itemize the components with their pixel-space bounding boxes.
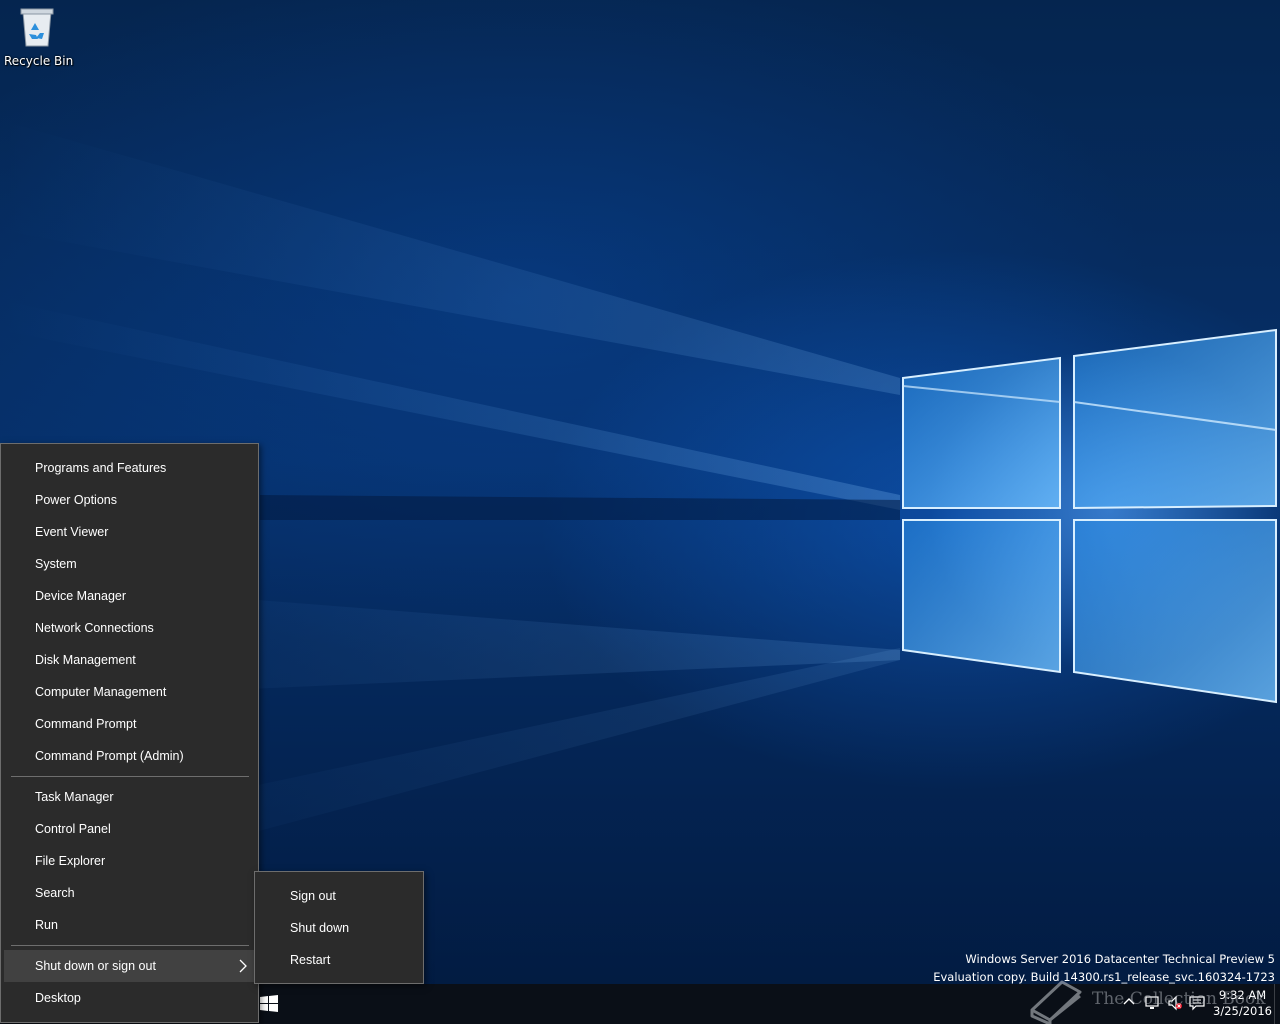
desktop[interactable]: Recycle Bin Windows Server 2016 Datacent… xyxy=(0,0,1280,1024)
recycle-bin-icon xyxy=(20,8,54,47)
menu-item-file-explorer[interactable]: File Explorer xyxy=(4,845,255,877)
menu-item-programs-and-features[interactable]: Programs and Features xyxy=(4,452,255,484)
menu-item-event-viewer[interactable]: Event Viewer xyxy=(4,516,255,548)
menu-item-computer-management[interactable]: Computer Management xyxy=(4,676,255,708)
desktop-icon-recycle-bin[interactable]: Recycle Bin xyxy=(4,6,74,74)
submenu-item-restart[interactable]: Restart xyxy=(258,944,422,976)
submenu-item-sign-out[interactable]: Sign out xyxy=(258,880,422,912)
menu-item-run[interactable]: Run xyxy=(4,909,255,941)
menu-item-shut-down-or-sign-out[interactable]: Shut down or sign out xyxy=(4,950,255,982)
menu-item-power-options[interactable]: Power Options xyxy=(4,484,255,516)
menu-item-network-connections[interactable]: Network Connections xyxy=(4,612,255,644)
shutdown-submenu[interactable]: Sign out Shut down Restart xyxy=(254,871,424,984)
book-icon xyxy=(1030,980,1082,1024)
watermark-text: The Collection Book xyxy=(1092,989,1266,1009)
edition-line-1: Windows Server 2016 Datacenter Technical… xyxy=(965,952,1275,966)
menu-item-desktop[interactable]: Desktop xyxy=(4,982,255,1014)
recycle-bin-label: Recycle Bin xyxy=(4,54,74,68)
edition-watermark: Windows Server 2016 Datacenter Technical… xyxy=(933,950,1275,986)
menu-separator xyxy=(11,945,249,946)
menu-item-disk-management[interactable]: Disk Management xyxy=(4,644,255,676)
menu-separator xyxy=(11,776,249,777)
chevron-right-icon xyxy=(239,959,247,973)
menu-item-search[interactable]: Search xyxy=(4,877,255,909)
show-desktop-button[interactable] xyxy=(1274,984,1280,1024)
menu-item-command-prompt[interactable]: Command Prompt xyxy=(4,708,255,740)
menu-item-control-panel[interactable]: Control Panel xyxy=(4,813,255,845)
menu-item-device-manager[interactable]: Device Manager xyxy=(4,580,255,612)
menu-item-label: Shut down or sign out xyxy=(35,959,156,973)
menu-item-system[interactable]: System xyxy=(4,548,255,580)
menu-item-task-manager[interactable]: Task Manager xyxy=(4,781,255,813)
power-user-menu[interactable]: Programs and Features Power Options Even… xyxy=(0,443,259,1023)
windows-logo-icon[interactable] xyxy=(256,992,282,1016)
submenu-item-shut-down[interactable]: Shut down xyxy=(258,912,422,944)
menu-item-command-prompt-admin[interactable]: Command Prompt (Admin) xyxy=(4,740,255,772)
